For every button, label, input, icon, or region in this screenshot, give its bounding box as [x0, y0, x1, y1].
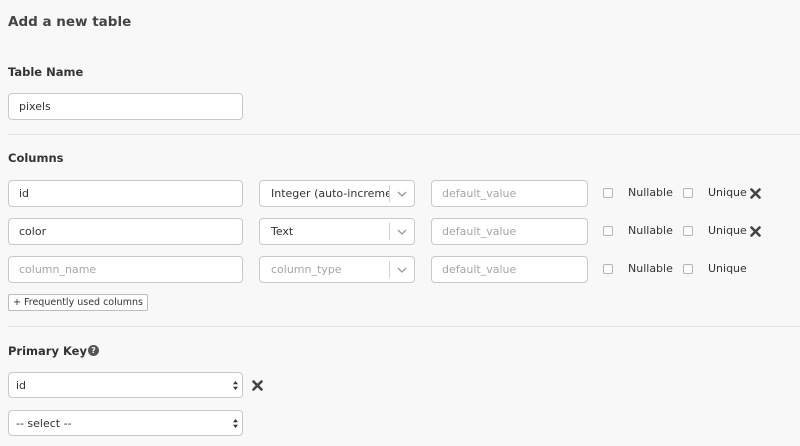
page-title: Add a new table: [8, 14, 132, 30]
remove-column-icon[interactable]: [749, 187, 761, 199]
unique-label: Unique: [708, 262, 747, 275]
primary-key-label: Primary Key: [8, 344, 87, 358]
primary-key-select[interactable]: -- select --: [8, 410, 243, 436]
nullable-checkbox[interactable]: [603, 226, 613, 236]
default-value-input[interactable]: [431, 180, 588, 207]
nullable-label: Nullable: [628, 224, 673, 237]
unique-checkbox[interactable]: [683, 226, 693, 236]
default-value-input[interactable]: [431, 256, 588, 283]
column-name-input[interactable]: [8, 256, 243, 283]
chevron-down-icon: [390, 267, 414, 273]
question-circle-icon[interactable]: ?: [88, 345, 99, 356]
column-type-select[interactable]: column_type: [259, 256, 415, 283]
primary-key-value: -- select --: [16, 416, 72, 430]
select-arrows-icon: [228, 418, 242, 429]
remove-primary-key-icon[interactable]: [251, 379, 263, 391]
primary-key-select[interactable]: id: [8, 372, 243, 398]
default-value-input[interactable]: [431, 218, 588, 245]
frequently-used-columns-button[interactable]: + Frequently used columns: [8, 294, 149, 311]
column-type-select[interactable]: Text: [259, 218, 415, 245]
select-arrows-icon: [228, 380, 242, 391]
column-type-value: Text: [271, 225, 294, 238]
nullable-label: Nullable: [628, 262, 673, 275]
unique-label: Unique: [708, 186, 747, 199]
column-type-select[interactable]: Integer (auto-increment): [259, 180, 415, 207]
chevron-down-icon: [390, 191, 414, 197]
nullable-checkbox[interactable]: [603, 188, 613, 198]
divider: [8, 134, 800, 135]
divider: [8, 326, 800, 327]
unique-label: Unique: [708, 224, 747, 237]
unique-checkbox[interactable]: [683, 264, 693, 274]
remove-column-icon[interactable]: [749, 225, 761, 237]
chevron-down-icon: [390, 229, 414, 235]
column-type-value: Integer (auto-increment): [271, 187, 389, 200]
column-name-input[interactable]: [8, 218, 243, 245]
unique-checkbox[interactable]: [683, 188, 693, 198]
column-name-input[interactable]: [8, 180, 243, 207]
nullable-label: Nullable: [628, 186, 673, 199]
table-name-label: Table Name: [8, 65, 84, 79]
column-type-value: column_type: [271, 263, 342, 276]
table-name-input[interactable]: [8, 93, 243, 120]
nullable-checkbox[interactable]: [603, 264, 613, 274]
primary-key-value: id: [16, 378, 27, 392]
columns-label: Columns: [8, 151, 64, 165]
